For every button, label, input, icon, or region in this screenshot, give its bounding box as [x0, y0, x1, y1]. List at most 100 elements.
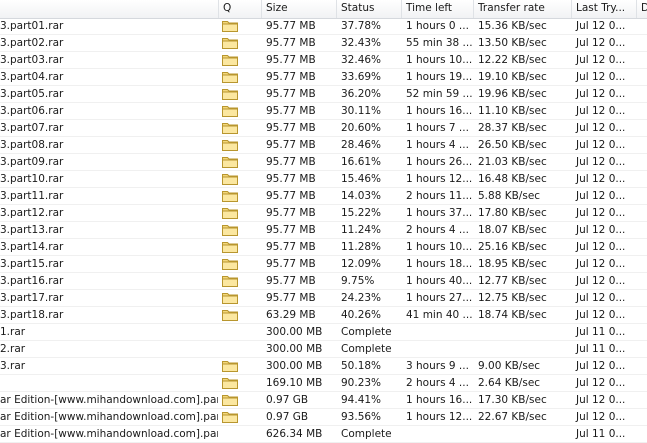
table-row[interactable]: ar Edition-[www.mihandownload.com].part.… — [0, 426, 647, 443]
download-status: 15.46% — [341, 173, 382, 185]
description-cell — [637, 188, 647, 205]
column-header-size[interactable]: Size — [262, 0, 337, 18]
table-row[interactable]: ar Edition-[www.mihandownload.com].part.… — [0, 392, 647, 409]
column-header-bar: Q Size Status Time left Transfer rate La… — [0, 0, 647, 19]
table-row[interactable]: 3.part11.rar 95.77 MB 14.03% 2 hours 11... 5… — [0, 188, 647, 205]
table-row[interactable]: 3.part09.rar 95.77 MB 16.61% 1 hours 26... 2… — [0, 154, 647, 171]
folder-icon — [222, 309, 238, 321]
description-cell — [637, 375, 647, 392]
queue-cell — [219, 35, 262, 52]
time-left: 1 hours 0 ... — [406, 20, 469, 32]
download-status: 16.61% — [341, 156, 382, 168]
description-cell — [637, 171, 647, 188]
last-try: Jul 12 0... — [576, 71, 626, 83]
table-row[interactable]: 3.part17.rar 95.77 MB 24.23% 1 hours 27... 1… — [0, 290, 647, 307]
queue-cell — [219, 239, 262, 256]
description-cell — [637, 86, 647, 103]
time-left — [402, 324, 474, 341]
folder-icon — [222, 258, 238, 270]
table-row[interactable]: 3.part05.rar 95.77 MB 36.20% 52 min 59 ... 1… — [0, 86, 647, 103]
file-name: 3.part16.rar — [0, 275, 64, 287]
download-status: 14.03% — [341, 190, 382, 202]
description-cell — [637, 392, 647, 409]
table-row[interactable]: 3.part16.rar 95.77 MB 9.75% 1 hours 40... 12… — [0, 273, 647, 290]
table-row[interactable]: 1.rar 300.00 MB Complete Jul 11 0... — [0, 324, 647, 341]
file-size: 95.77 MB — [266, 122, 316, 134]
description-cell — [637, 69, 647, 86]
queue-cell — [219, 375, 262, 392]
table-row[interactable]: 3.part06.rar 95.77 MB 30.11% 1 hours 16... 1… — [0, 103, 647, 120]
file-name: ar Edition-[www.mihandownload.com].part.… — [0, 411, 218, 423]
folder-icon — [222, 139, 238, 151]
column-header-queue[interactable]: Q — [219, 0, 262, 18]
table-row[interactable]: 3.part12.rar 95.77 MB 15.22% 1 hours 37... 1… — [0, 205, 647, 222]
transfer-rate: 22.67 KB/sec — [478, 411, 547, 423]
folder-icon — [222, 156, 238, 168]
table-row[interactable]: 3.part13.rar 95.77 MB 11.24% 2 hours 4 ... 1… — [0, 222, 647, 239]
description-cell — [637, 239, 647, 256]
table-row[interactable]: 3.part14.rar 95.77 MB 11.28% 1 hours 10... 2… — [0, 239, 647, 256]
download-status: Complete — [341, 326, 392, 338]
table-row[interactable]: 3.part15.rar 95.77 MB 12.09% 1 hours 18... 1… — [0, 256, 647, 273]
time-left: 1 hours 10... — [406, 54, 473, 66]
folder-icon — [222, 292, 238, 304]
download-status: 30.11% — [341, 105, 382, 117]
file-size: 169.10 MB — [266, 377, 323, 389]
queue-cell — [219, 222, 262, 239]
download-status: 11.24% — [341, 224, 382, 236]
table-row[interactable]: 3.part10.rar 95.77 MB 15.46% 1 hours 12... 1… — [0, 171, 647, 188]
queue-cell — [219, 205, 262, 222]
column-header-last-try[interactable]: Last Try... — [572, 0, 637, 18]
file-name: 3.part04.rar — [0, 71, 64, 83]
column-header-description[interactable]: D — [637, 0, 647, 18]
file-size: 95.77 MB — [266, 139, 316, 151]
last-try: Jul 11 0... — [576, 428, 626, 440]
file-size: 626.34 MB — [266, 428, 323, 440]
queue-cell — [219, 358, 262, 375]
download-status: 11.28% — [341, 241, 382, 253]
last-try: Jul 12 0... — [576, 88, 626, 100]
transfer-rate: 2.64 KB/sec — [478, 377, 541, 389]
file-name: 3.part03.rar — [0, 54, 64, 66]
last-try: Jul 11 0... — [576, 343, 626, 355]
table-row[interactable]: 3.part08.rar 95.77 MB 28.46% 1 hours 4 ... 2… — [0, 137, 647, 154]
time-left: 2 hours 11... — [406, 190, 473, 202]
queue-cell — [219, 341, 262, 358]
table-row[interactable]: 3.part03.rar 95.77 MB 32.46% 1 hours 10... 1… — [0, 52, 647, 69]
queue-cell — [219, 256, 262, 273]
file-name: 3.part14.rar — [0, 241, 64, 253]
column-header-time-left[interactable]: Time left — [402, 0, 474, 18]
table-row[interactable]: 3.rar 300.00 MB 50.18% 3 hours 9 ... 9.00 KB… — [0, 358, 647, 375]
column-header-name[interactable] — [0, 0, 219, 18]
download-status: 12.09% — [341, 258, 382, 270]
file-name: 3.part12.rar — [0, 207, 64, 219]
file-name: ar Edition-[www.mihandownload.com].part.… — [0, 394, 218, 406]
table-row[interactable]: 3.part04.rar 95.77 MB 33.69% 1 hours 19... 1… — [0, 69, 647, 86]
column-header-transfer-rate[interactable]: Transfer rate — [474, 0, 572, 18]
file-size: 95.77 MB — [266, 88, 316, 100]
column-header-status[interactable]: Status — [337, 0, 402, 18]
download-status: 24.23% — [341, 292, 382, 304]
queue-cell — [219, 426, 262, 443]
transfer-rate: 5.88 KB/sec — [478, 190, 541, 202]
table-row[interactable]: 3.part07.rar 95.77 MB 20.60% 1 hours 7 ... 2… — [0, 120, 647, 137]
file-name: 3.part01.rar — [0, 20, 64, 32]
file-name: 3.part06.rar — [0, 105, 64, 117]
last-try: Jul 12 0... — [576, 190, 626, 202]
folder-icon — [222, 275, 238, 287]
file-size: 95.77 MB — [266, 292, 316, 304]
transfer-rate: 26.50 KB/sec — [478, 139, 547, 151]
table-row[interactable]: 2.rar 300.00 MB Complete Jul 11 0... — [0, 341, 647, 358]
last-try: Jul 12 0... — [576, 258, 626, 270]
download-status: 32.46% — [341, 54, 382, 66]
transfer-rate: 16.48 KB/sec — [478, 173, 547, 185]
table-row[interactable]: 169.10 MB 90.23% 2 hours 4 ... 2.64 KB/sec J… — [0, 375, 647, 392]
table-row[interactable]: 3.part18.rar 63.29 MB 40.26% 41 min 40 ... 1… — [0, 307, 647, 324]
table-row[interactable]: 3.part02.rar 95.77 MB 32.43% 55 min 38 ... 1… — [0, 35, 647, 52]
table-row[interactable]: ar Edition-[www.mihandownload.com].part.… — [0, 409, 647, 426]
folder-icon — [222, 71, 238, 83]
folder-icon — [222, 54, 238, 66]
download-status: 93.56% — [341, 411, 382, 423]
time-left: 2 hours 4 ... — [406, 224, 469, 236]
table-row[interactable]: 3.part01.rar 95.77 MB 37.78% 1 hours 0 ... 1… — [0, 18, 647, 35]
